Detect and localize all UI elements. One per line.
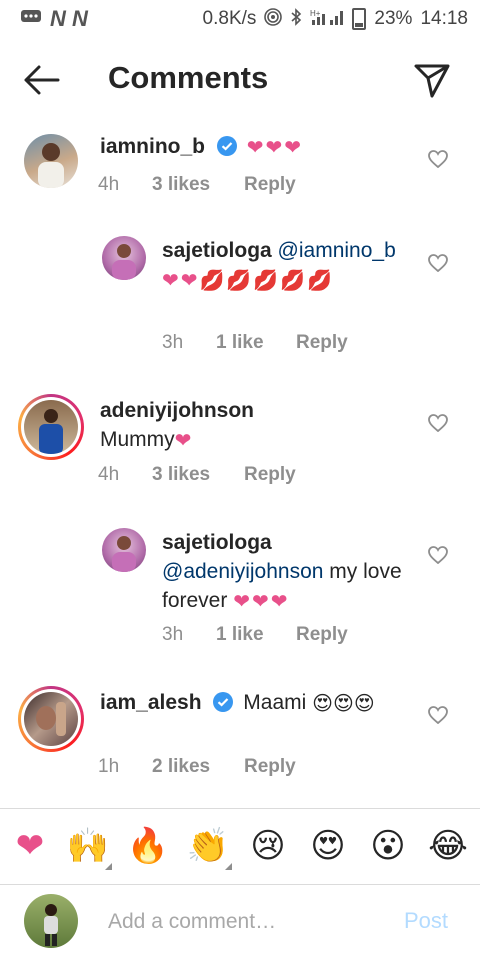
comment-meta: 3h 1 like Reply [162,332,348,354]
network-n-icons: N N [50,6,88,31]
comment-body: Mummy [100,428,175,451]
comment-meta: 4h 3 likes Reply [98,174,296,196]
emoji-raising-hands-button[interactable]: 🙌 [66,824,112,870]
svg-text:H+: H+ [310,9,321,18]
emoji-heart-button[interactable]: ❤ [8,824,52,868]
comment-likes[interactable]: 1 like [216,332,296,354]
like-heart-icon[interactable] [428,414,448,432]
page-title: Comments [108,60,269,95]
comment-text: sajetiologa @adeniyijohnson my love fore… [162,528,412,615]
emoji-heart-eyes-button[interactable]: 😍 [306,824,350,868]
quick-emoji-bar: ❤ 🙌 🔥 👏 😢 😍 😮 😂 [0,820,480,882]
comment-item: adeniyijohnson Mummy❤ 4h 3 likes Reply [0,392,480,492]
current-user-avatar [24,894,78,948]
comment-meta: 1h 2 likes Reply [98,756,296,778]
comment-username[interactable]: sajetiologa [162,531,272,554]
battery-percent: 23% [374,8,413,29]
skin-tone-indicator [105,863,112,870]
comment-username[interactable]: iam_alesh [100,691,202,714]
emoji-surprised-button[interactable]: 😮 [366,824,410,868]
comment-time: 3h [162,624,184,645]
comment-item: sajetiologa @adeniyijohnson my love fore… [0,524,480,654]
comment-time: 4h [98,174,120,195]
like-heart-icon[interactable] [428,706,448,724]
emoji-fire-button[interactable]: 🔥 [126,824,170,868]
chat-notification-icon [20,9,42,30]
reply-button[interactable]: Reply [296,332,348,354]
clock: 14:18 [420,8,468,29]
divider [0,808,480,809]
comment-time: 1h [98,756,120,777]
emoji-heart: ❤ [174,430,192,452]
comment-meta: 4h 3 likes Reply [98,464,296,486]
comment-likes[interactable]: 1 like [216,624,296,646]
comment-mention[interactable]: @adeniyijohnson [162,560,323,583]
comment-likes[interactable]: 3 likes [152,464,244,486]
header: Comments [0,48,480,112]
reply-button[interactable]: Reply [244,756,296,778]
post-button[interactable]: Post [404,908,448,934]
reply-button[interactable]: Reply [244,464,296,486]
comment-item: iamnino_b ❤❤❤ 4h 3 likes Reply [0,128,480,208]
emoji-laughing-button[interactable]: 😂 [426,824,470,868]
verified-badge-icon [213,692,234,712]
back-arrow-icon [24,65,60,95]
comment-item: sajetiologa @iamnino_b ❤❤💋💋💋💋💋 3h 1 like… [0,232,480,362]
raising-hands-icon: 🙌 [66,827,110,865]
verified-badge-icon [216,136,237,156]
comment-username[interactable]: adeniyijohnson [100,399,254,422]
comment-mention[interactable]: @iamnino_b [278,239,396,262]
status-left: N N [20,6,88,32]
avatar[interactable] [24,134,78,188]
clapping-hands-icon: 👏 [186,827,230,865]
avatar[interactable] [24,400,78,454]
emoji-clapping-button[interactable]: 👏 [186,824,232,870]
network-speed: 0.8K/s [202,8,257,29]
comment-time: 3h [162,332,184,353]
comment-meta: 3h 1 like Reply [162,624,348,646]
signal-icon: H+ [310,8,344,31]
comment-body: Maami [243,691,313,714]
paper-plane-icon [414,64,450,98]
skin-tone-indicator [225,863,232,870]
comment-composer: Post [0,884,480,960]
comment-likes[interactable]: 2 likes [152,756,244,778]
comment-text: sajetiologa @iamnino_b ❤❤💋💋💋💋💋 [162,236,412,294]
battery-icon [352,8,367,30]
like-heart-icon[interactable] [428,546,448,564]
direct-share-button[interactable] [412,60,452,100]
back-button[interactable] [22,62,62,98]
status-bar: N N 0.8K/s H+ 23% 14:18 [0,0,480,38]
avatar[interactable] [102,236,146,280]
comment-input[interactable] [106,904,390,940]
reply-button[interactable]: Reply [296,624,348,646]
comment-username[interactable]: iamnino_b [100,135,205,158]
emoji-hearts: ❤❤❤ [246,137,303,159]
reply-button[interactable]: Reply [244,174,296,196]
comment-text: adeniyijohnson Mummy❤ [100,396,420,454]
emoji-hearts-kisses: ❤❤💋💋💋💋💋 [162,270,335,292]
comment-likes[interactable]: 3 likes [152,174,244,196]
comment-text: iamnino_b ❤❤❤ [100,132,420,161]
avatar[interactable] [24,692,78,746]
emoji-heart-eyes: 😍😍😍 [312,693,375,715]
avatar[interactable] [102,528,146,572]
emoji-hearts: ❤❤❤ [233,591,290,613]
hotspot-icon [264,7,283,31]
emoji-sad-button[interactable]: 😢 [246,824,290,868]
like-heart-icon[interactable] [428,150,448,168]
comment-text: iam_alesh Maami 😍😍😍 [100,688,410,717]
comment-item: iam_alesh Maami 😍😍😍 1h 2 likes Reply [0,684,480,784]
bluetooth-icon [290,7,302,31]
comment-username[interactable]: sajetiologa [162,239,272,262]
like-heart-icon[interactable] [428,254,448,272]
status-right: 0.8K/s H+ 23% 14:18 [202,7,468,31]
comment-time: 4h [98,464,120,485]
